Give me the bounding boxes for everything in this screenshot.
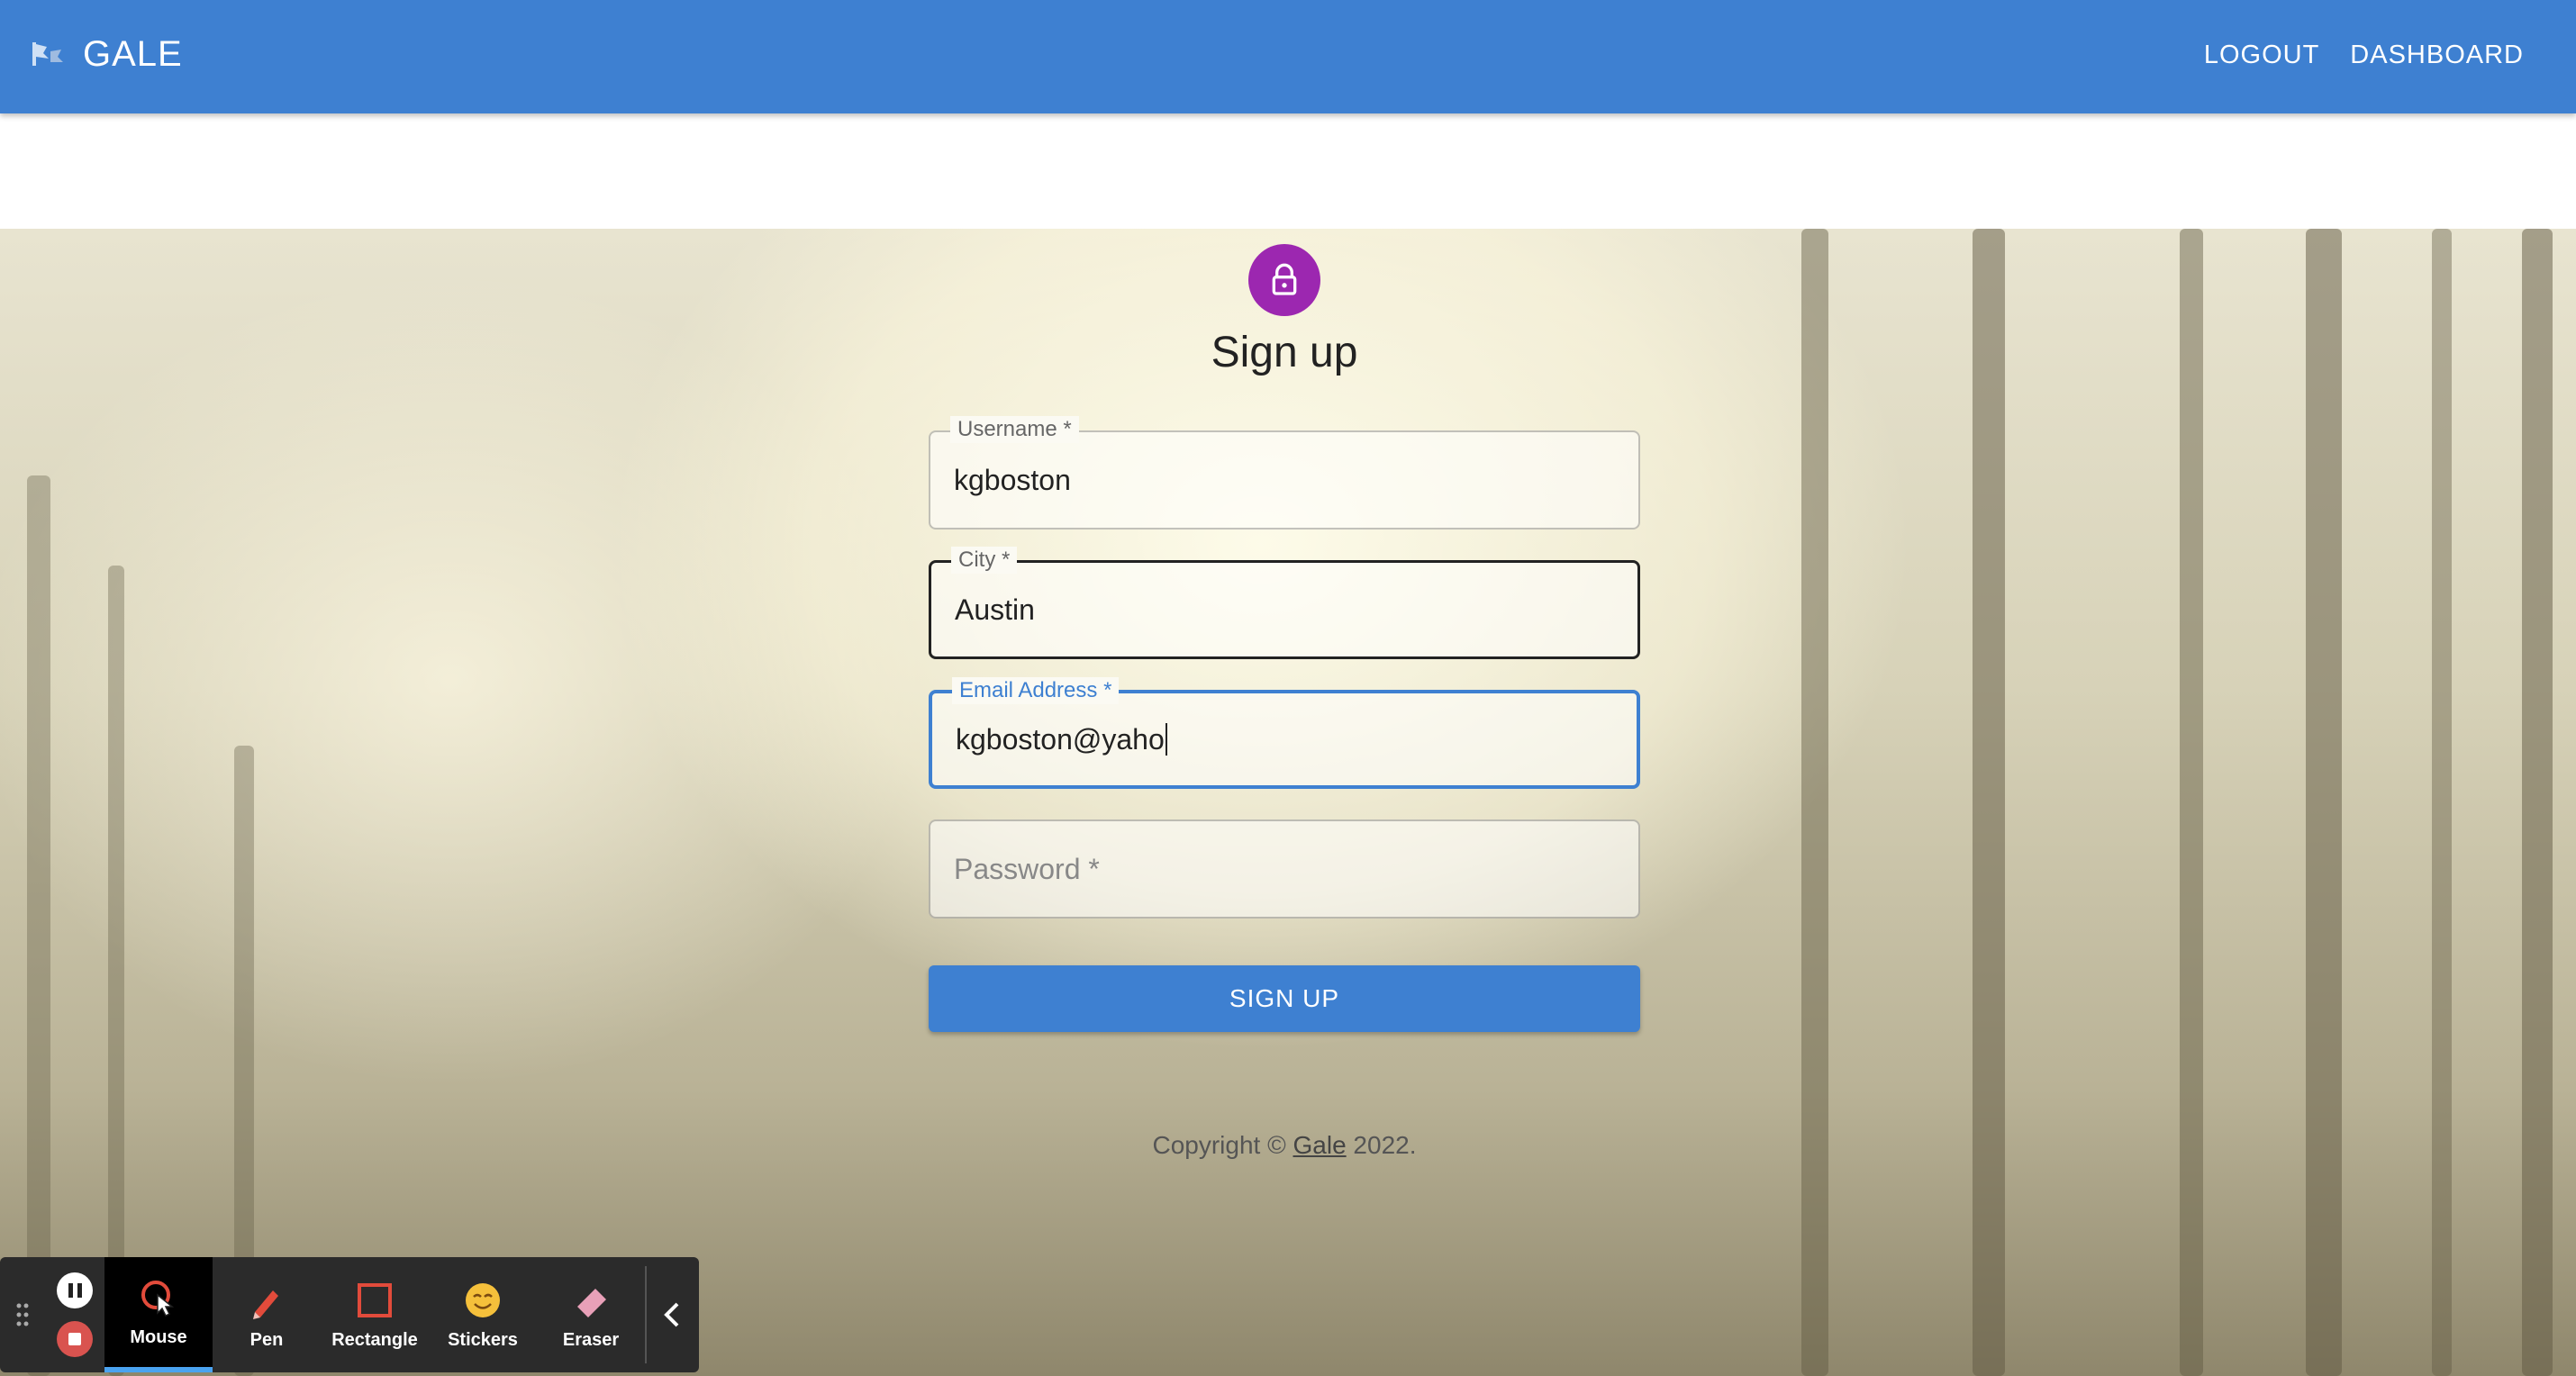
gale-link[interactable]: Gale (1293, 1131, 1347, 1159)
eraser-icon (570, 1280, 612, 1321)
text-caret (1165, 723, 1167, 756)
sticker-icon (462, 1280, 503, 1321)
grip-icon (16, 1303, 29, 1326)
drag-handle[interactable] (0, 1257, 45, 1372)
city-value: Austin (955, 593, 1035, 626)
email-field[interactable]: Email Address * kgboston@yaho (929, 677, 1640, 789)
chevron-left-icon (664, 1302, 679, 1327)
copyright-text: Copyright © Gale 2022. (929, 1131, 1640, 1160)
app-bar: GALE LOGOUT DASHBOARD (0, 0, 2576, 113)
collapse-toolbar-button[interactable] (647, 1257, 697, 1372)
tool-pen[interactable]: Pen (213, 1257, 321, 1372)
password-field[interactable]: Password * (929, 819, 1640, 919)
tool-label: Eraser (562, 1329, 620, 1350)
tool-label: Stickers (448, 1329, 518, 1350)
copyright-suffix: 2022. (1346, 1131, 1417, 1159)
tool-rectangle[interactable]: Rectangle (321, 1257, 429, 1372)
pause-button[interactable] (57, 1272, 93, 1308)
app-title: GALE (83, 33, 183, 74)
copyright-prefix: Copyright © (1152, 1131, 1293, 1159)
top-nav: LOGOUT DASHBOARD (2204, 0, 2524, 110)
tool-label: Mouse (130, 1326, 187, 1347)
annotation-toolbar: Mouse Pen Rectangle Stickers Eraser (0, 1257, 699, 1372)
tool-label: Pen (249, 1329, 284, 1350)
dashboard-link[interactable]: DASHBOARD (2350, 41, 2524, 70)
email-value: kgboston@yaho (956, 722, 1165, 756)
lock-avatar (1248, 244, 1320, 316)
background-image (0, 229, 2576, 1376)
pen-icon (246, 1280, 287, 1321)
tool-eraser[interactable]: Eraser (537, 1257, 645, 1372)
stop-button[interactable] (57, 1321, 93, 1357)
mouse-cursor-icon (138, 1277, 179, 1318)
username-value: kgboston (954, 463, 1071, 496)
brand[interactable]: GALE (31, 0, 183, 108)
logo-icon (32, 42, 63, 66)
lock-icon (1272, 263, 1297, 295)
tool-stickers[interactable]: Stickers (429, 1257, 537, 1372)
username-field[interactable]: Username * kgboston (929, 416, 1640, 530)
tool-mouse[interactable]: Mouse (104, 1257, 213, 1372)
city-field[interactable]: City * Austin (929, 547, 1640, 659)
logout-link[interactable]: LOGOUT (2204, 41, 2319, 70)
email-value-wrap: kgboston@yaho (956, 693, 1167, 785)
tool-label: Rectangle (331, 1329, 418, 1350)
sign-up-button[interactable]: SIGN UP (929, 965, 1640, 1032)
rectangle-icon (354, 1280, 395, 1321)
password-placeholder: Password * (954, 852, 1100, 885)
page-title: Sign up (1211, 329, 1358, 376)
recording-controls (45, 1257, 104, 1372)
